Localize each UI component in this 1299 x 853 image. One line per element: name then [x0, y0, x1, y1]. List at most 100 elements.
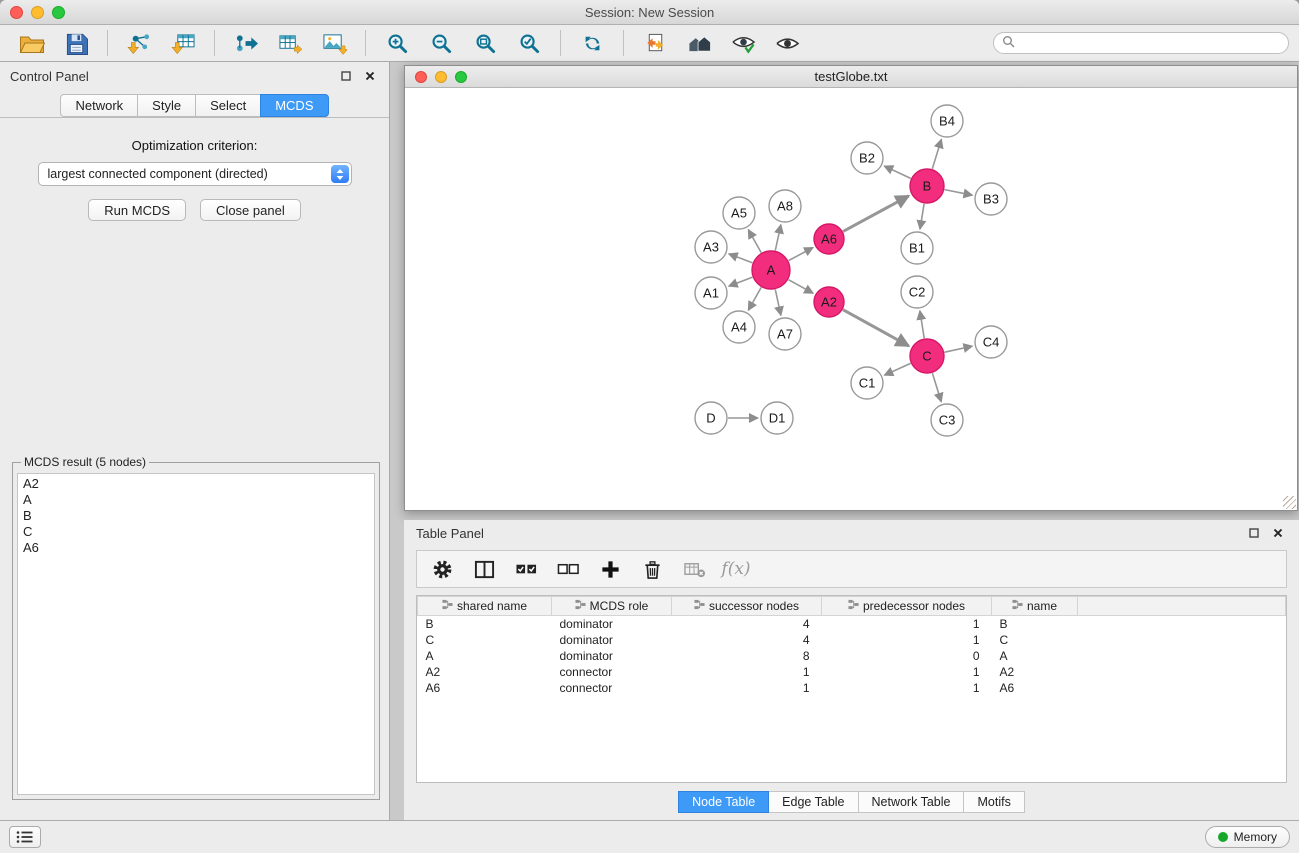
column-header-successor-nodes[interactable]: successor nodes	[672, 597, 822, 616]
mcds-result-list[interactable]: A2ABCA6	[17, 473, 375, 795]
memory-button[interactable]: Memory	[1205, 826, 1290, 848]
mcds-result-item[interactable]: A2	[23, 476, 369, 492]
column-header-shared-name[interactable]: shared name	[418, 597, 552, 616]
save-session-icon[interactable]	[54, 28, 98, 58]
table-cell[interactable]: A	[992, 648, 1078, 664]
mcds-result-item[interactable]: A	[23, 492, 369, 508]
graphics-details-icon[interactable]	[721, 28, 765, 58]
edge-B-B4[interactable]	[932, 139, 941, 169]
network-close-icon[interactable]	[415, 71, 427, 83]
node-A3[interactable]: A3	[695, 231, 727, 263]
table-cell[interactable]: 8	[672, 648, 822, 664]
node-C[interactable]: C	[910, 339, 944, 373]
edge-A-A2[interactable]	[789, 280, 814, 294]
mcds-result-item[interactable]: A6	[23, 540, 369, 556]
node-D[interactable]: D	[695, 402, 727, 434]
network-zoom-icon[interactable]	[455, 71, 467, 83]
node-C4[interactable]: C4	[975, 326, 1007, 358]
edge-A-A3[interactable]	[729, 254, 753, 263]
node-A7[interactable]: A7	[769, 318, 801, 350]
table-row[interactable]: Cdominator41C	[418, 632, 1286, 648]
mcds-result-item[interactable]: C	[23, 524, 369, 540]
network-minimize-icon[interactable]	[435, 71, 447, 83]
select-all-icon[interactable]	[511, 554, 541, 584]
mcds-result-item[interactable]: B	[23, 508, 369, 524]
table-cell[interactable]: A2	[418, 664, 552, 680]
close-window-icon[interactable]	[10, 6, 23, 19]
table-cell[interactable]: 1	[822, 632, 992, 648]
node-A2[interactable]: A2	[814, 287, 844, 317]
resize-grip[interactable]	[1283, 496, 1296, 509]
add-row-icon[interactable]	[595, 554, 625, 584]
node-D1[interactable]: D1	[761, 402, 793, 434]
table-cell[interactable]: A2	[992, 664, 1078, 680]
open-file-icon[interactable]	[10, 28, 54, 58]
node-C1[interactable]: C1	[851, 367, 883, 399]
table-cell[interactable]: A	[418, 648, 552, 664]
zoom-window-icon[interactable]	[52, 6, 65, 19]
search-input[interactable]	[1020, 36, 1280, 50]
tab-node-table[interactable]: Node Table	[678, 791, 769, 813]
edge-C-C4[interactable]	[945, 346, 973, 352]
table-cell[interactable]: C	[992, 632, 1078, 648]
node-B1[interactable]: B1	[901, 232, 933, 264]
node-C3[interactable]: C3	[931, 404, 963, 436]
import-table-icon[interactable]	[161, 28, 205, 58]
table-cell[interactable]: B	[418, 616, 552, 632]
edge-A-A1[interactable]	[729, 277, 753, 286]
zoom-in-icon[interactable]	[375, 28, 419, 58]
edge-A6-B[interactable]	[843, 196, 908, 231]
table-cell[interactable]: C	[418, 632, 552, 648]
edge-B-B3[interactable]	[945, 190, 973, 196]
network-graph[interactable]: B4B2BB3A5A8A6B1A3AA1C2A2A4A7C4CC1C3DD1	[405, 88, 1297, 509]
close-panel-icon[interactable]	[361, 67, 379, 85]
deselect-all-icon[interactable]	[553, 554, 583, 584]
gear-icon[interactable]	[427, 554, 457, 584]
edge-A2-C[interactable]	[843, 310, 909, 346]
float-table-panel-icon[interactable]	[1245, 524, 1263, 542]
delete-table-icon[interactable]	[679, 554, 709, 584]
table-row[interactable]: A2connector11A2	[418, 664, 1286, 680]
table-cell[interactable]: 0	[822, 648, 992, 664]
table-cell[interactable]: 4	[672, 632, 822, 648]
tab-network[interactable]: Network	[60, 94, 137, 117]
node-A4[interactable]: A4	[723, 311, 755, 343]
columns-icon[interactable]	[469, 554, 499, 584]
edge-B-B2[interactable]	[884, 166, 911, 178]
node-B4[interactable]: B4	[931, 105, 963, 137]
tab-edge-table[interactable]: Edge Table	[769, 791, 858, 813]
manage-networks-icon[interactable]	[633, 28, 677, 58]
table-row[interactable]: A6connector11A6	[418, 680, 1286, 696]
node-A1[interactable]: A1	[695, 277, 727, 309]
home-icon[interactable]	[677, 28, 721, 58]
node-A5[interactable]: A5	[723, 197, 755, 229]
edge-A-A7[interactable]	[775, 290, 781, 316]
export-table-icon[interactable]	[268, 28, 312, 58]
import-network-icon[interactable]	[117, 28, 161, 58]
tab-motifs[interactable]: Motifs	[964, 791, 1024, 813]
network-canvas[interactable]: B4B2BB3A5A8A6B1A3AA1C2A2A4A7C4CC1C3DD1	[405, 88, 1297, 510]
table-cell[interactable]: 4	[672, 616, 822, 632]
close-panel-button[interactable]: Close panel	[200, 199, 301, 221]
edge-A-A8[interactable]	[775, 225, 781, 251]
node-C2[interactable]: C2	[901, 276, 933, 308]
zoom-selected-icon[interactable]	[507, 28, 551, 58]
function-icon[interactable]: f(x)	[721, 554, 751, 584]
table-cell[interactable]: 1	[822, 680, 992, 696]
node-B2[interactable]: B2	[851, 142, 883, 174]
table-cell[interactable]: dominator	[552, 632, 672, 648]
node-B3[interactable]: B3	[975, 183, 1007, 215]
edge-A-A5[interactable]	[748, 230, 761, 253]
show-hide-eye-icon[interactable]	[765, 28, 809, 58]
delete-row-icon[interactable]	[637, 554, 667, 584]
export-image-icon[interactable]	[312, 28, 356, 58]
edge-A-A4[interactable]	[748, 287, 761, 310]
search-box[interactable]	[993, 32, 1289, 54]
table-cell[interactable]: 1	[822, 616, 992, 632]
table-cell[interactable]: connector	[552, 664, 672, 680]
refresh-layout-icon[interactable]	[570, 28, 614, 58]
run-mcds-button[interactable]: Run MCDS	[88, 199, 186, 221]
tab-mcds[interactable]: MCDS	[260, 94, 328, 117]
table-cell[interactable]: connector	[552, 680, 672, 696]
float-panel-icon[interactable]	[337, 67, 355, 85]
